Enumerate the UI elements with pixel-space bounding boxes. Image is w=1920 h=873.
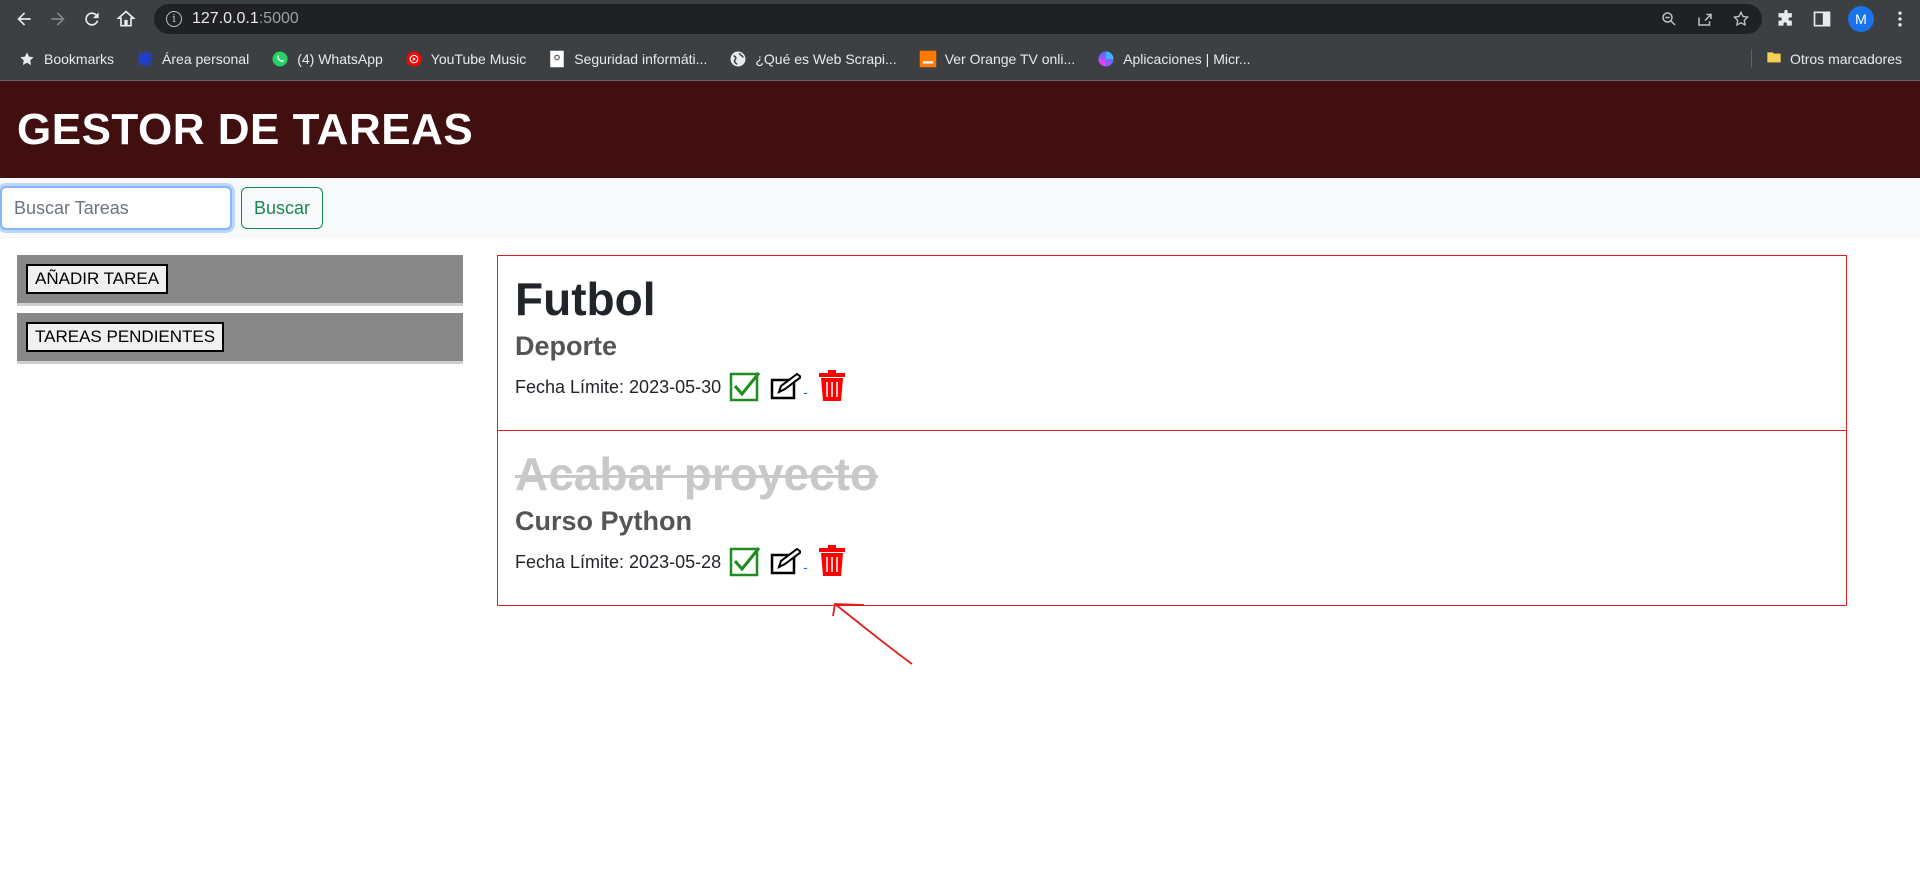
folder-icon	[1766, 49, 1782, 68]
youtube-music-icon	[405, 50, 423, 68]
bookmark-item[interactable]: Seguridad informáti...	[548, 50, 707, 68]
task-card: Acabar proyecto Curso Python Fecha Límit…	[497, 431, 1847, 606]
other-bookmarks[interactable]: Otros marcadores	[1750, 49, 1902, 68]
search-button[interactable]: Buscar	[241, 187, 324, 229]
site-info-icon[interactable]: i	[166, 10, 182, 27]
bookmarks-bar: Bookmarks Área personal (4) WhatsApp You…	[0, 37, 1920, 81]
task-due-date: Fecha Límite: 2023-05-30	[515, 376, 722, 397]
task-list: Futbol Deporte Fecha Límite: 2023-05-30 …	[497, 255, 1847, 606]
whatsapp-icon	[271, 50, 289, 68]
forward-icon[interactable]	[44, 5, 72, 33]
task-category: Deporte	[515, 330, 618, 361]
reload-icon[interactable]	[78, 5, 106, 33]
globe-icon	[729, 50, 747, 68]
star-icon	[18, 50, 36, 68]
bookmark-item[interactable]: Área personal	[136, 50, 249, 68]
extensions-icon[interactable]	[1776, 9, 1796, 29]
task-card: Futbol Deporte Fecha Límite: 2023-05-30 …	[497, 255, 1847, 431]
search-bar: Buscar	[0, 178, 1920, 238]
sidebar-item-add: AÑADIR TAREA	[17, 255, 463, 306]
share-icon[interactable]	[1696, 10, 1714, 28]
edit-icon[interactable]	[769, 545, 802, 577]
edit-icon[interactable]	[769, 370, 802, 402]
search-input[interactable]	[0, 186, 232, 230]
sidebar-item-pending: TAREAS PENDIENTES	[17, 313, 463, 364]
bookmark-item[interactable]: Aplicaciones | Micr...	[1097, 50, 1251, 68]
document-icon	[548, 50, 566, 68]
puzzle-blue-icon	[136, 50, 154, 68]
trash-icon[interactable]	[816, 369, 848, 402]
menu-icon[interactable]	[1890, 9, 1910, 29]
back-icon[interactable]	[10, 5, 38, 33]
separator: -	[803, 558, 808, 575]
complete-check-icon[interactable]	[729, 370, 761, 402]
page-title: GESTOR DE TAREAS	[17, 104, 474, 154]
separator: -	[803, 383, 808, 400]
url-text: 127.0.0.1:5000	[192, 9, 299, 27]
task-title: Futbol	[515, 273, 656, 325]
bookmark-item[interactable]: Ver Orange TV onli...	[919, 50, 1075, 68]
trash-icon[interactable]	[816, 544, 848, 577]
add-task-button[interactable]: AÑADIR TAREA	[26, 264, 169, 294]
annotation-arrow-icon	[832, 603, 913, 665]
bookmark-item[interactable]: YouTube Music	[405, 50, 526, 68]
address-bar[interactable]: i 127.0.0.1:5000	[154, 3, 1762, 34]
browser-toolbar: i 127.0.0.1:5000 M	[0, 0, 1920, 37]
orange-icon	[919, 50, 937, 68]
task-category: Curso Python	[515, 505, 693, 536]
app-header: GESTOR DE TAREAS	[0, 81, 1920, 178]
zoom-icon[interactable]	[1660, 10, 1678, 28]
task-due-date: Fecha Límite: 2023-05-28	[515, 551, 722, 572]
apps-icon	[1097, 50, 1115, 68]
task-title: Acabar proyecto	[515, 448, 879, 500]
complete-check-icon[interactable]	[729, 545, 761, 577]
side-panel-icon[interactable]	[1812, 9, 1832, 29]
bookmark-item[interactable]: (4) WhatsApp	[271, 50, 383, 68]
bookmark-star-icon[interactable]	[1732, 10, 1750, 28]
bookmark-item[interactable]: ¿Qué es Web Scrapi...	[729, 50, 897, 68]
pending-tasks-button[interactable]: TAREAS PENDIENTES	[26, 322, 225, 352]
sidebar: AÑADIR TAREA TAREAS PENDIENTES	[0, 255, 463, 606]
home-icon[interactable]	[112, 5, 140, 33]
profile-avatar[interactable]: M	[1848, 5, 1874, 32]
bookmark-item[interactable]: Bookmarks	[18, 50, 114, 68]
